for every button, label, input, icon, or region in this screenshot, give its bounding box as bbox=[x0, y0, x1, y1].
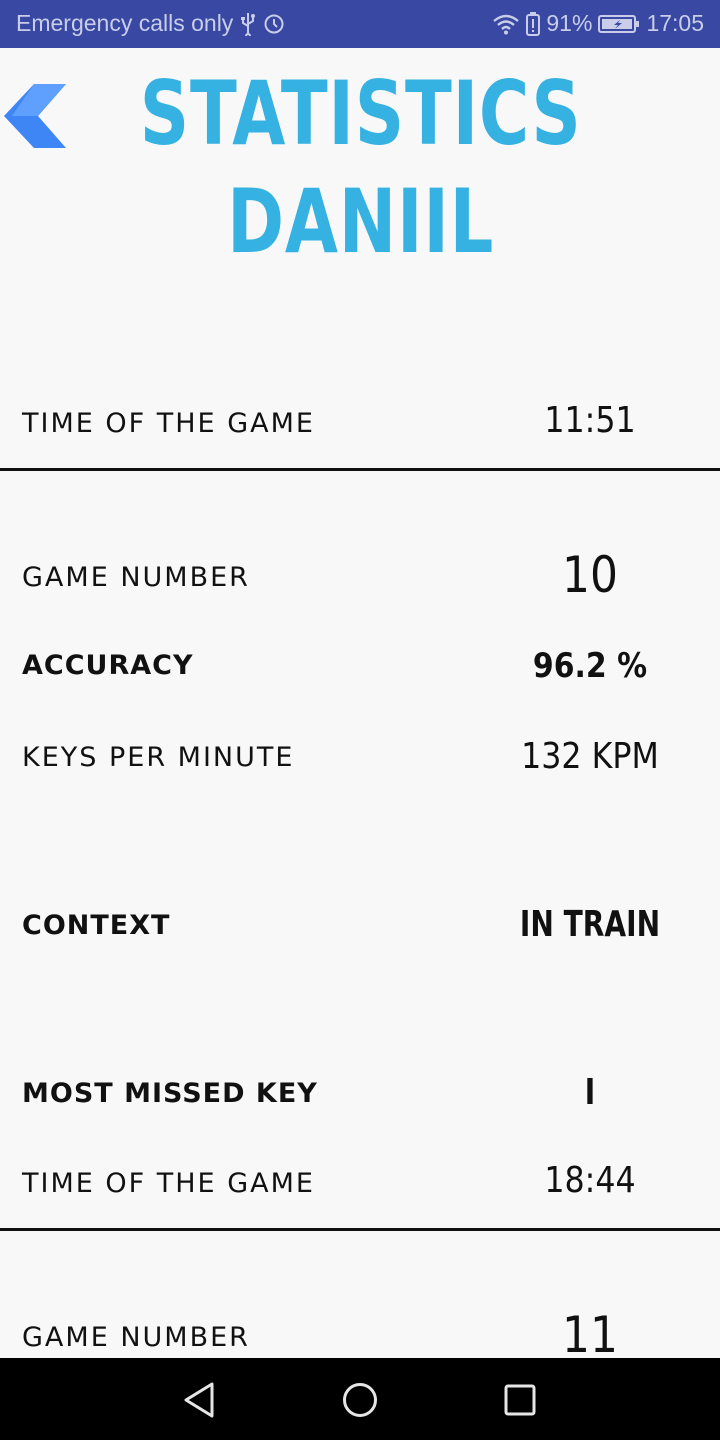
usb-icon bbox=[241, 12, 256, 36]
stat-label: TIME OF THE GAME bbox=[22, 1168, 315, 1199]
stat-value: 132 KPM bbox=[521, 736, 659, 777]
stat-label: GAME NUMBER bbox=[22, 1322, 250, 1353]
stat-value: 11:51 bbox=[544, 400, 636, 441]
navigation-bar bbox=[0, 1358, 720, 1440]
stat-label: KEYS PER MINUTE bbox=[22, 742, 295, 773]
battery-icon bbox=[598, 13, 640, 35]
wifi-icon bbox=[492, 13, 520, 35]
statistics-content[interactable]: STATISTICS DANIIL TIME OF THE GAME 11:51… bbox=[0, 48, 720, 1358]
stat-value: IN TRAIN bbox=[519, 904, 661, 945]
status-left: Emergency calls only bbox=[16, 10, 285, 37]
stat-label: ACCURACY bbox=[22, 650, 194, 681]
alarm-icon bbox=[263, 13, 285, 35]
chevron-left-icon bbox=[4, 84, 66, 148]
nav-home-button[interactable] bbox=[340, 1380, 380, 1420]
title-line-2: DANIIL bbox=[227, 170, 495, 273]
status-right: 91% 17:05 bbox=[492, 10, 704, 37]
back-button[interactable] bbox=[4, 82, 68, 150]
stat-label: GAME NUMBER bbox=[22, 562, 250, 593]
stat-value: 11 bbox=[562, 1306, 618, 1358]
divider bbox=[0, 468, 720, 471]
back-triangle-icon bbox=[184, 1382, 214, 1418]
status-bar: Emergency calls only 91% 17:05 bbox=[0, 0, 720, 48]
divider bbox=[0, 1228, 720, 1231]
stat-value: 96.2 % bbox=[532, 646, 648, 686]
carrier-text: Emergency calls only bbox=[16, 10, 234, 36]
page-title: STATISTICS DANIIL bbox=[80, 60, 642, 276]
stat-label: MOST MISSED KEY bbox=[22, 1078, 318, 1109]
recents-square-icon bbox=[504, 1384, 536, 1416]
stat-value: 18:44 bbox=[544, 1160, 636, 1201]
home-circle-icon bbox=[343, 1383, 377, 1417]
stat-label: CONTEXT bbox=[22, 910, 171, 941]
nav-recents-button[interactable] bbox=[500, 1380, 540, 1420]
nav-back-button[interactable] bbox=[180, 1380, 220, 1420]
stat-label: TIME OF THE GAME bbox=[22, 408, 315, 439]
battery-alert-icon bbox=[526, 11, 541, 36]
battery-percent: 91% bbox=[546, 10, 593, 36]
status-time: 17:05 bbox=[646, 10, 704, 36]
title-line-1: STATISTICS bbox=[139, 62, 582, 165]
stat-value: I bbox=[584, 1072, 596, 1113]
stat-value: 10 bbox=[562, 546, 618, 604]
